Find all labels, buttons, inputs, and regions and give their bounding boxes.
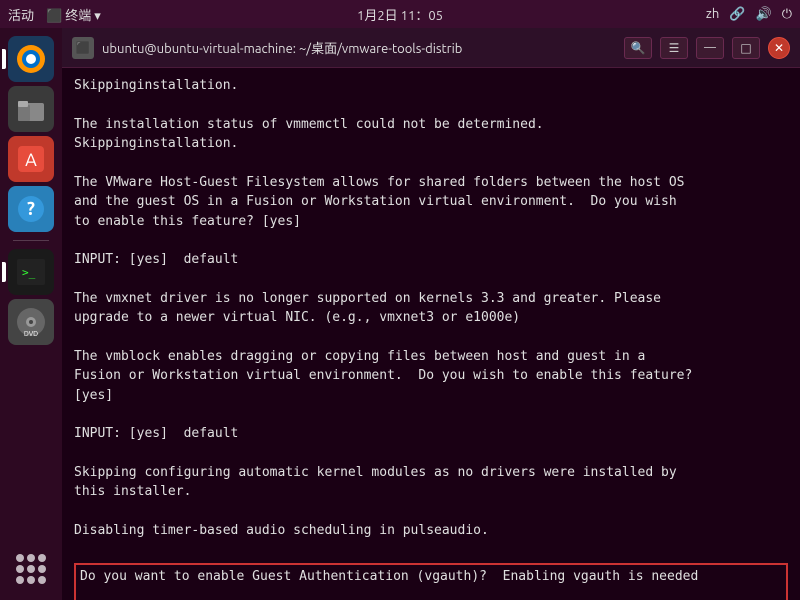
network-icon[interactable]: 🔗 [729,7,745,22]
terminal-line-16: Fusion or Workstation virtual environmen… [74,366,788,386]
dock-icon-files[interactable] [8,86,54,132]
terminal-line-13: upgrade to a newer virtual NIC. (e.g., v… [74,308,788,328]
prompt-line-1: Do you want to enable Guest Authenticati… [80,567,782,587]
terminal-line-15: The vmblock enables dragging or copying … [74,347,788,367]
close-button[interactable]: ✕ [768,37,790,59]
terminal-line-1: Skippinginstallation. [74,76,788,96]
terminal-line-18 [74,405,788,424]
terminal-line-23 [74,502,788,521]
terminal-line-17: [yes] [74,386,788,406]
terminal-line-8: to enable this feature? [yes] [74,212,788,232]
terminal-content[interactable]: Skippinginstallation. The installation s… [62,68,800,600]
svg-text:?: ? [27,199,35,219]
terminal-line-14 [74,328,788,347]
dock: A ? >_ DVD [0,28,62,600]
datetime-label: 1月2日 11：05 [357,5,443,24]
terminal-line-9 [74,231,788,250]
system-bar-center: 1月2日 11：05 [357,5,443,24]
terminal-menu-icon: ⬛ [46,9,62,23]
terminal-window: ⬛ ubuntu@ubuntu-virtual-machine: ~/桌面/vm… [62,28,800,600]
search-button[interactable]: 🔍 [624,37,652,59]
terminal-line-19: INPUT: [yes] default [74,424,788,444]
terminal-line-11 [74,270,788,289]
terminal-line-20 [74,444,788,463]
prompt-block[interactable]: Do you want to enable Guest Authenticati… [74,563,788,600]
dock-separator [13,240,49,241]
lang-label[interactable]: zh [706,7,719,21]
system-bar-right: zh 🔗 🔊 ⏻ [706,7,792,22]
svg-text:>_: >_ [22,266,36,279]
terminal-line-12: The vmxnet driver is no longer supported… [74,289,788,309]
minimize-button[interactable]: — [696,37,724,59]
power-icon[interactable]: ⏻ [782,7,792,22]
dock-icon-dvd[interactable]: DVD [8,299,54,345]
audio-icon[interactable]: 🔊 [756,7,772,22]
terminal-window-title: ubuntu@ubuntu-virtual-machine: ~/桌面/vmwa… [102,38,616,57]
svg-text:DVD: DVD [24,330,38,338]
menu-button[interactable]: ☰ [660,37,688,59]
terminal-line-21: Skipping configuring automatic kernel mo… [74,463,788,483]
terminal-window-icon: ⬛ [72,37,94,59]
svg-text:A: A [25,150,37,170]
terminal-line-7: and the guest OS in a Fusion or Workstat… [74,192,788,212]
dock-icon-help[interactable]: ? [8,186,54,232]
terminal-line-2 [74,96,788,115]
terminal-line-5 [74,154,788,173]
terminal-menu-label[interactable]: ⬛ 终端 ▾ [46,5,101,24]
dock-icon-terminal[interactable]: >_ [8,249,54,295]
titlebar-buttons: 🔍 ☰ — □ ✕ [624,37,790,59]
maximize-button[interactable]: □ [732,37,760,59]
dock-apps-grid[interactable] [8,546,54,592]
terminal-line-22: this installer. [74,482,788,502]
terminal-line-24: Disabling timer-based audio scheduling i… [74,521,788,541]
terminal-line-4: Skippinginstallation. [74,134,788,154]
dock-icon-firefox[interactable] [8,36,54,82]
system-bar-left: 活动 ⬛ 终端 ▾ [8,5,101,24]
terminal-titlebar: ⬛ ubuntu@ubuntu-virtual-machine: ~/桌面/vm… [62,28,800,68]
prompt-line-2: if you want to enable Common Agent (caf)… [80,587,782,600]
terminal-line-25 [74,540,788,559]
activities-label[interactable]: 活动 [8,5,34,24]
dock-icon-app-center[interactable]: A [8,136,54,182]
chevron-down-icon: ▾ [94,9,101,23]
terminal-line-10: INPUT: [yes] default [74,250,788,270]
terminal-line-6: The VMware Host-Guest Filesystem allows … [74,173,788,193]
system-bar: 活动 ⬛ 终端 ▾ 1月2日 11：05 zh 🔗 🔊 ⏻ [0,0,800,28]
terminal-line-3: The installation status of vmmemctl coul… [74,115,788,135]
